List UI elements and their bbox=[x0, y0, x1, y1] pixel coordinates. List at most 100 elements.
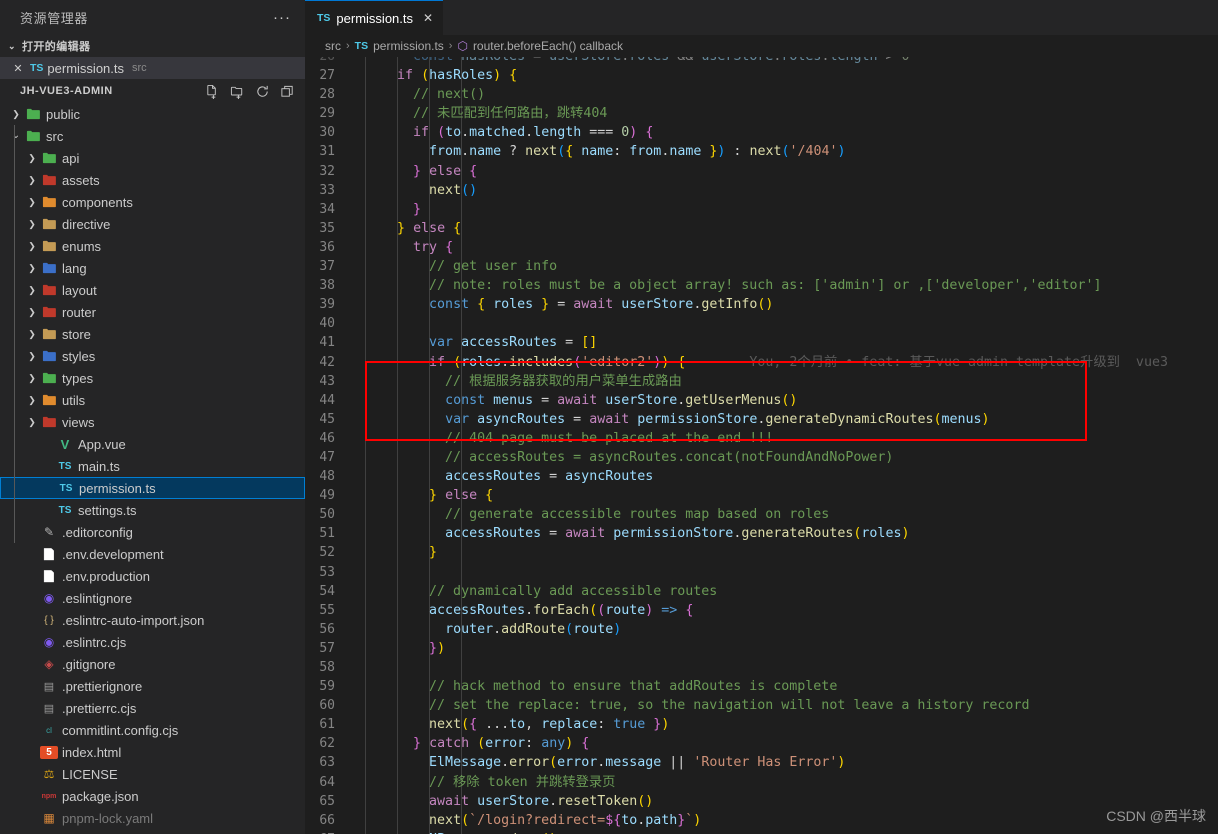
collapse-all-icon[interactable] bbox=[277, 81, 297, 101]
tree-item-app-vue[interactable]: V App.vue bbox=[0, 433, 305, 455]
code-line[interactable]: 39 const { roles } = await userStore.get… bbox=[305, 295, 1218, 314]
chevron-right-icon[interactable]: ❯ bbox=[24, 175, 40, 185]
tree-item-package-json[interactable]: npm package.json bbox=[0, 785, 305, 807]
code-line[interactable]: 49 } else { bbox=[305, 486, 1218, 505]
tree-item-assets[interactable]: ❯ assets bbox=[0, 169, 305, 191]
tree-item--eslintrc-cjs[interactable]: ◉ .eslintrc.cjs bbox=[0, 631, 305, 653]
tree-item-main-ts[interactable]: TS main.ts bbox=[0, 455, 305, 477]
more-actions-icon[interactable]: ··· bbox=[273, 9, 297, 26]
code-line[interactable]: 29 // 未匹配到任何路由，跳转404 bbox=[305, 104, 1218, 123]
tree-item-api[interactable]: ❯ api bbox=[0, 147, 305, 169]
code-line[interactable]: 37 // get user info bbox=[305, 257, 1218, 276]
tree-item-router[interactable]: ❯ router bbox=[0, 301, 305, 323]
code-line[interactable]: 42 if (roles.includes('editor2')) { You,… bbox=[305, 353, 1218, 372]
code-line[interactable]: 51 accessRoutes = await permissionStore.… bbox=[305, 524, 1218, 543]
chevron-right-icon[interactable]: ❯ bbox=[24, 241, 40, 251]
tree-item-license[interactable]: ⚖ LICENSE bbox=[0, 763, 305, 785]
tree-item-types[interactable]: ❯ types bbox=[0, 367, 305, 389]
code-line[interactable]: 30 if (to.matched.length === 0) { bbox=[305, 123, 1218, 142]
tree-item--eslintignore[interactable]: ◉ .eslintignore bbox=[0, 587, 305, 609]
new-file-icon[interactable] bbox=[202, 81, 222, 101]
chevron-right-icon[interactable]: ❯ bbox=[8, 109, 24, 119]
tree-item-styles[interactable]: ❯ styles bbox=[0, 345, 305, 367]
tree-item-public[interactable]: ❯ public bbox=[0, 103, 305, 125]
tree-item-settings-ts[interactable]: TS settings.ts bbox=[0, 499, 305, 521]
code-line[interactable]: 61 next({ ...to, replace: true }) bbox=[305, 715, 1218, 734]
code-line[interactable]: 38 // note: roles must be a object array… bbox=[305, 276, 1218, 295]
code-line[interactable]: 44 const menus = await userStore.getUser… bbox=[305, 391, 1218, 410]
code-line[interactable]: 26 const hasRoles = userStore.roles && u… bbox=[305, 57, 1218, 66]
code-line[interactable]: 34 } bbox=[305, 200, 1218, 219]
tree-item--env-production[interactable]: 📄 .env.production bbox=[0, 565, 305, 587]
chevron-right-icon[interactable]: ❯ bbox=[24, 395, 40, 405]
tree-item-utils[interactable]: ❯ utils bbox=[0, 389, 305, 411]
tree-item-lang[interactable]: ❯ lang bbox=[0, 257, 305, 279]
code-line[interactable]: 31 from.name ? next({ name: from.name })… bbox=[305, 142, 1218, 161]
code-line[interactable]: 45 var asyncRoutes = await permissionSto… bbox=[305, 410, 1218, 429]
code-line[interactable]: 60 // set the replace: true, so the navi… bbox=[305, 696, 1218, 715]
tree-item-pnpm-lock-yaml[interactable]: ▦ pnpm-lock.yaml bbox=[0, 807, 305, 829]
editor-tab-permission-ts[interactable]: TS permission.ts ✕ bbox=[305, 0, 444, 35]
close-icon[interactable]: ✕ bbox=[423, 11, 433, 25]
code-line[interactable]: 48 accessRoutes = asyncRoutes bbox=[305, 467, 1218, 486]
chevron-right-icon[interactable]: ❯ bbox=[24, 285, 40, 295]
code-line[interactable]: 46 // 404 page must be placed at the end… bbox=[305, 429, 1218, 448]
code-line[interactable]: 64 // 移除 token 并跳转登录页 bbox=[305, 773, 1218, 792]
code-viewport[interactable]: 26 const hasRoles = userStore.roles && u… bbox=[305, 57, 1218, 834]
refresh-icon[interactable] bbox=[252, 81, 272, 101]
chevron-right-icon[interactable]: ❯ bbox=[24, 263, 40, 273]
code-line[interactable]: 27 if (hasRoles) { bbox=[305, 66, 1218, 85]
code-line[interactable]: 54 // dynamically add accessible routes bbox=[305, 582, 1218, 601]
code-line[interactable]: 43 // 根据服务器获取的用户菜单生成路由 bbox=[305, 372, 1218, 391]
code-line[interactable]: 63 ElMessage.error(error.message || 'Rou… bbox=[305, 753, 1218, 772]
code-line[interactable]: 28 // next() bbox=[305, 85, 1218, 104]
code-line[interactable]: 47 // accessRoutes = asyncRoutes.concat(… bbox=[305, 448, 1218, 467]
code-line[interactable]: 33 next() bbox=[305, 181, 1218, 200]
tree-item--eslintrc-auto-import-json[interactable]: { } .eslintrc-auto-import.json bbox=[0, 609, 305, 631]
breadcrumb-item-file[interactable]: permission.ts bbox=[373, 39, 444, 53]
code-line[interactable]: 67 NProgress.done() bbox=[305, 830, 1218, 834]
code-line[interactable]: 56 router.addRoute(route) bbox=[305, 620, 1218, 639]
tree-item-views[interactable]: ❯ views bbox=[0, 411, 305, 433]
tree-item--prettierignore[interactable]: ▤ .prettierignore bbox=[0, 675, 305, 697]
close-icon[interactable]: ✕ bbox=[10, 62, 26, 75]
tree-item--editorconfig[interactable]: ✎ .editorconfig bbox=[0, 521, 305, 543]
chevron-down-icon[interactable]: ⌄ bbox=[8, 131, 24, 141]
tree-item-layout[interactable]: ❯ layout bbox=[0, 279, 305, 301]
breadcrumb-item-symbol[interactable]: router.beforeEach() callback bbox=[473, 39, 623, 53]
code-line[interactable]: 58 bbox=[305, 658, 1218, 677]
tree-item--prettierrc-cjs[interactable]: ▤ .prettierrc.cjs bbox=[0, 697, 305, 719]
tree-item-readme-md[interactable]: M↓README.md bbox=[0, 829, 305, 834]
tree-item-index-html[interactable]: 5 index.html bbox=[0, 741, 305, 763]
code-line[interactable]: 40 bbox=[305, 314, 1218, 333]
code-line[interactable]: 52 } bbox=[305, 543, 1218, 562]
file-tree[interactable]: ❯ public ⌄ src ❯ api ❯ assets ❯ components ❯ direct… bbox=[0, 103, 305, 834]
tree-item--gitignore[interactable]: ◈ .gitignore bbox=[0, 653, 305, 675]
code-line[interactable]: 62 } catch (error: any) { bbox=[305, 734, 1218, 753]
tree-item-permission-ts[interactable]: TS permission.ts bbox=[0, 477, 305, 499]
code-line[interactable]: 55 accessRoutes.forEach((route) => { bbox=[305, 601, 1218, 620]
chevron-right-icon[interactable]: ❯ bbox=[24, 329, 40, 339]
tree-item-src[interactable]: ⌄ src bbox=[0, 125, 305, 147]
code-line[interactable]: 35 } else { bbox=[305, 219, 1218, 238]
chevron-right-icon[interactable]: ❯ bbox=[24, 373, 40, 383]
code-line[interactable]: 59 // hack method to ensure that addRout… bbox=[305, 677, 1218, 696]
open-editor-item-permission-ts[interactable]: ✕ TS permission.ts src bbox=[0, 57, 305, 79]
breadcrumb-item-src[interactable]: src bbox=[325, 39, 341, 53]
chevron-right-icon[interactable]: ❯ bbox=[24, 417, 40, 427]
code-line[interactable]: 36 try { bbox=[305, 238, 1218, 257]
new-folder-icon[interactable] bbox=[227, 81, 247, 101]
code-line[interactable]: 50 // generate accessible routes map bas… bbox=[305, 505, 1218, 524]
code-line[interactable]: 66 next(`/login?redirect=${to.path}`) bbox=[305, 811, 1218, 830]
chevron-right-icon[interactable]: ❯ bbox=[24, 351, 40, 361]
code-line[interactable]: 53 bbox=[305, 563, 1218, 582]
tree-item-store[interactable]: ❯ store bbox=[0, 323, 305, 345]
code-line[interactable]: 32 } else { bbox=[305, 162, 1218, 181]
tree-item-commitlint-config-cjs[interactable]: cl commitlint.config.cjs bbox=[0, 719, 305, 741]
chevron-right-icon[interactable]: ❯ bbox=[24, 307, 40, 317]
chevron-right-icon[interactable]: ❯ bbox=[24, 219, 40, 229]
code-line[interactable]: 57 }) bbox=[305, 639, 1218, 658]
tree-item-components[interactable]: ❯ components bbox=[0, 191, 305, 213]
tree-item-directive[interactable]: ❯ directive bbox=[0, 213, 305, 235]
code-line[interactable]: 65 await userStore.resetToken() bbox=[305, 792, 1218, 811]
